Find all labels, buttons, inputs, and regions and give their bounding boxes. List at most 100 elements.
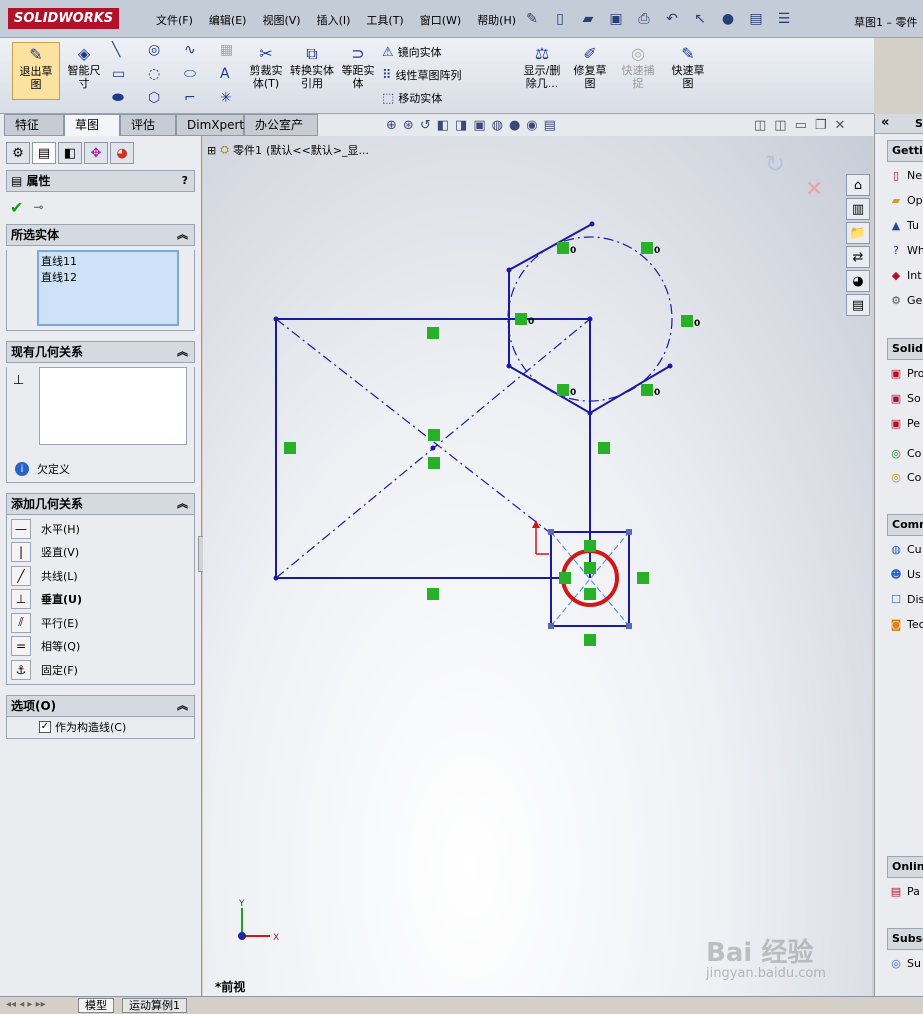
menu-insert[interactable]: 插入(I): [309, 12, 359, 30]
rebuild-icon[interactable]: ●: [716, 8, 740, 30]
menu-edit[interactable]: 编辑(E): [201, 12, 255, 30]
subscription-header[interactable]: Subscr: [887, 928, 923, 950]
custom-props-tab-icon[interactable]: ▤: [846, 294, 870, 316]
rp-sw-item[interactable]: ▣ So: [889, 391, 921, 405]
select-icon[interactable]: ↖: [688, 8, 712, 30]
menu-tools[interactable]: 工具(T): [358, 12, 411, 30]
collapse-pane-icon[interactable]: «: [881, 115, 889, 130]
quick-snaps-button[interactable]: ◎ 快速捕捉: [618, 42, 658, 90]
tile-left-icon[interactable]: ◫: [754, 118, 766, 133]
minimize-icon[interactable]: ▭: [795, 118, 807, 133]
home-tab-icon[interactable]: ⌂: [846, 174, 870, 196]
appearance-icon[interactable]: ●: [509, 118, 520, 133]
print-icon[interactable]: ⎙: [632, 8, 656, 30]
close-icon[interactable]: ✕: [835, 118, 846, 133]
pin-icon[interactable]: ✎: [520, 8, 544, 30]
resources-tab-icon[interactable]: ▥: [846, 198, 870, 220]
rp-sw-item[interactable]: ◎ Co: [889, 470, 921, 484]
display-manager-tab-icon[interactable]: ◕: [110, 142, 134, 164]
sketch-points[interactable]: [273, 221, 673, 581]
restore-icon[interactable]: ❐: [815, 118, 827, 133]
add-relations-header[interactable]: 添加几何关系 ︽: [6, 493, 195, 515]
help-icon[interactable]: ?: [182, 171, 188, 191]
selected-entities-header[interactable]: 所选实体 ︽: [6, 224, 195, 246]
construction-checkbox[interactable]: ✓: [39, 721, 51, 733]
library-tab-icon[interactable]: 📁: [846, 222, 870, 244]
zoom-fit-icon[interactable]: ⊕: [386, 118, 397, 133]
slot-tool-icon[interactable]: ⬬: [112, 90, 124, 106]
linear-pattern-button[interactable]: ⠿ 线性草图阵列: [382, 67, 462, 83]
selected-entities-list[interactable]: 直线11 直线12: [37, 250, 179, 326]
tab-dimxpert[interactable]: DimXpert: [176, 114, 244, 136]
rp-whatsnew-item[interactable]: ? Wh: [889, 243, 923, 257]
rp-open-item[interactable]: ▰ Op: [889, 193, 923, 207]
configuration-manager-tab-icon[interactable]: ◧: [58, 142, 82, 164]
rp-community-item[interactable]: ☐ Dis: [889, 592, 923, 606]
dimxpert-manager-tab-icon[interactable]: ✥: [84, 142, 108, 164]
rp-getting-item[interactable]: ⚙ Ge: [889, 293, 922, 307]
display-delete-relations-button[interactable]: ⚖ 显示/删除几...: [520, 42, 564, 90]
rp-sw-item[interactable]: ◎ Co: [889, 446, 921, 460]
menu-view[interactable]: 视图(V): [254, 12, 308, 30]
menu-window[interactable]: 窗口(W): [412, 12, 469, 30]
arc-tool-icon[interactable]: ◌: [148, 66, 160, 82]
menu-file[interactable]: 文件(F): [148, 12, 201, 30]
line-tool-icon[interactable]: ╲: [112, 42, 120, 58]
scroll-left-icon[interactable]: ◂◂ ◂ ▸ ▸▸: [6, 999, 46, 1010]
ok-check-icon[interactable]: ✔: [10, 198, 23, 217]
circle-tool-icon[interactable]: ◎: [148, 42, 160, 58]
relation-vertical-button[interactable]: | 竖直(V): [7, 541, 194, 565]
display-style-icon[interactable]: ▣: [473, 118, 485, 133]
getting-started-header[interactable]: Gettin: [887, 140, 923, 162]
rp-sw-item[interactable]: ▣ Pe: [889, 416, 920, 430]
cancel-corner-icon[interactable]: ✕: [805, 177, 823, 202]
view-orientation-icon[interactable]: ◨: [455, 118, 467, 133]
pushpin-icon[interactable]: ⊸: [33, 200, 43, 214]
tab-features[interactable]: 特征: [4, 114, 64, 136]
collapse-icon[interactable]: ︽: [177, 225, 188, 245]
relation-fix-button[interactable]: ⚓ 固定(F): [7, 658, 194, 682]
point-tool-icon[interactable]: ✳: [220, 90, 232, 106]
relation-collinear-button[interactable]: ╱ 共线(L): [7, 564, 194, 588]
list-item[interactable]: 直线11: [41, 254, 175, 270]
rapid-sketch-button[interactable]: ✎ 快速草图: [668, 42, 708, 90]
exit-sketch-button[interactable]: ✎ 退出草图: [12, 42, 60, 100]
confirmation-corner[interactable]: ↻ ✕: [765, 150, 823, 202]
hide-show-icon[interactable]: ◍: [492, 118, 503, 133]
rp-sw-item[interactable]: ▣ Pro: [889, 366, 923, 380]
solidworks-resources-header[interactable]: SolidW: [887, 338, 923, 360]
graphics-area[interactable]: ⊞ ⛭ 零件1 (默认<<默认>_显... ↻ ✕ 0 0 0 0 0 0 Y …: [203, 136, 872, 996]
undo-icon[interactable]: ↶: [660, 8, 684, 30]
explorer-tab-icon[interactable]: ⇄: [846, 246, 870, 268]
rectangle-tool-icon[interactable]: ▭: [112, 66, 125, 82]
ellipse-tool-icon[interactable]: ⬭: [184, 66, 196, 82]
rp-intro-item[interactable]: ◆ Int: [889, 268, 922, 282]
rp-new-item[interactable]: ▯ Ne: [889, 168, 922, 182]
zoom-area-icon[interactable]: ⊛: [403, 118, 414, 133]
relation-parallel-button[interactable]: ⫽ 平行(E): [7, 611, 194, 635]
file-props-icon[interactable]: ▤: [744, 8, 768, 30]
smart-dimension-button[interactable]: ◈ 智能尺寸: [62, 42, 106, 90]
new-icon[interactable]: ▯: [548, 8, 572, 30]
polygon-tool-icon[interactable]: ⬡: [148, 90, 160, 106]
trim-button[interactable]: ✂ 剪裁实体(T): [246, 42, 286, 90]
tab-model[interactable]: 模型: [78, 998, 114, 1013]
relation-horizontal-button[interactable]: — 水平(H): [7, 517, 194, 541]
fillet-tool-icon[interactable]: ⌐: [184, 90, 196, 106]
previous-view-icon[interactable]: ↺: [420, 118, 431, 133]
tab-office-products[interactable]: 办公室产品: [244, 114, 318, 152]
scene-icon[interactable]: ◉: [526, 118, 537, 133]
mirror-entities-button[interactable]: ⚠ 镜向实体: [382, 44, 442, 60]
section-view-icon[interactable]: ◧: [437, 118, 449, 133]
collapse-icon[interactable]: ︽: [177, 494, 188, 514]
move-entities-button[interactable]: ⬚ 移动实体: [382, 90, 442, 106]
rp-tutorial-item[interactable]: ▲ Tu: [889, 218, 919, 232]
repair-sketch-button[interactable]: ✐ 修复草图: [570, 42, 610, 90]
rp-subscription-item[interactable]: ◎ Su: [889, 956, 921, 970]
rp-community-item[interactable]: ◍ Cu: [889, 542, 921, 556]
plane-tool-icon[interactable]: ▦: [220, 42, 233, 58]
tile-right-icon[interactable]: ◫: [774, 118, 786, 133]
options-header[interactable]: 选项(O) ︽: [6, 694, 195, 717]
tab-motion-study[interactable]: 运动算例1: [122, 998, 187, 1013]
appearance-tab-icon[interactable]: ◕: [846, 270, 870, 292]
